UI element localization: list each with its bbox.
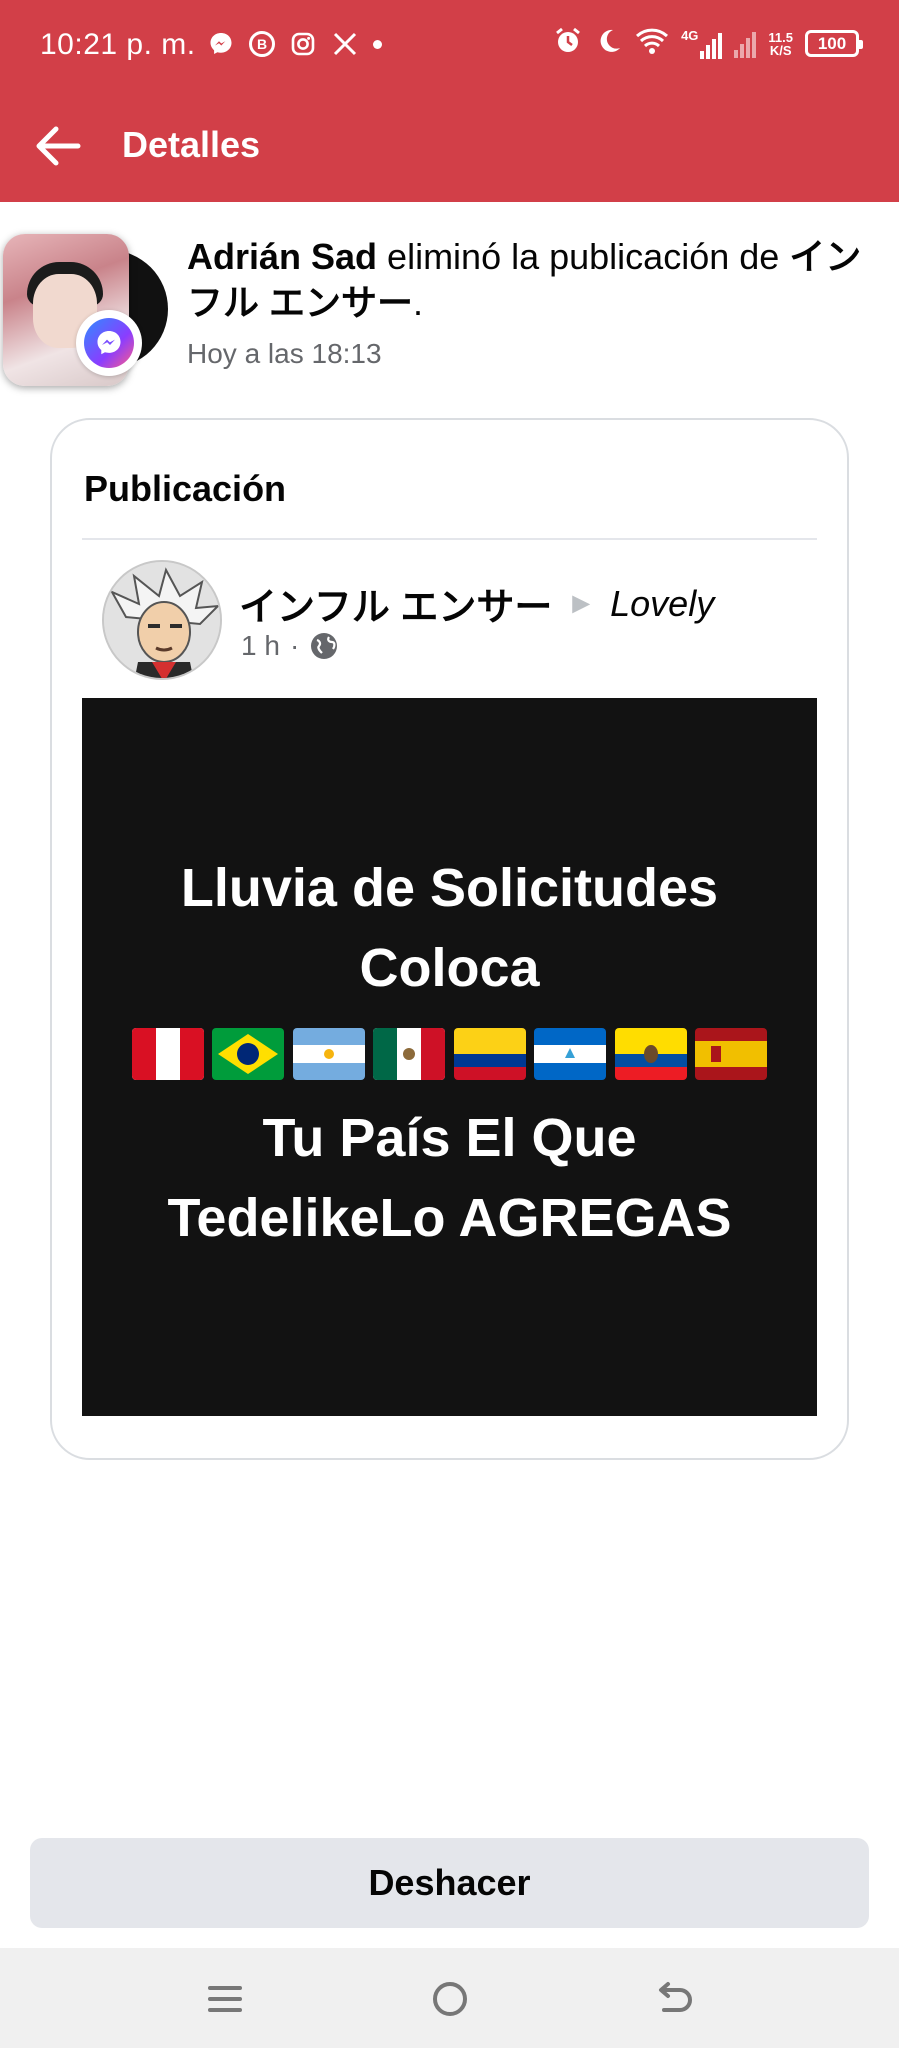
arrow-left-icon	[36, 126, 81, 166]
undo-button[interactable]: Deshacer	[30, 1838, 869, 1928]
navigation-bar	[0, 1948, 899, 2048]
network-speed: 11.5 K/S	[768, 29, 793, 58]
page-title: Detalles	[122, 124, 261, 165]
dot-icon	[373, 39, 382, 49]
notification-time: Hoy a las 18:13	[187, 338, 382, 369]
x-icon	[331, 30, 359, 58]
image-text-line-1: Lluvia de Solicitudes	[180, 858, 719, 918]
status-time: 10:21 p. m.	[40, 28, 196, 61]
wifi-icon	[635, 27, 669, 60]
post-meta: 1 h ·	[241, 630, 339, 662]
nicaragua-flag	[534, 1028, 607, 1080]
alarm-icon	[553, 26, 583, 61]
back-icon[interactable]	[650, 1974, 700, 2024]
signal-icon: 4G	[681, 27, 723, 59]
peru-flag	[132, 1028, 204, 1080]
back-button[interactable]	[30, 118, 86, 174]
network-type: 4G	[681, 27, 699, 43]
arrow-right-icon: ►	[566, 586, 597, 620]
image-text-line-2: Coloca	[359, 938, 540, 998]
home-icon[interactable]	[425, 1974, 475, 2024]
notification-avatar[interactable]	[0, 228, 170, 394]
notification-end: .	[413, 282, 424, 323]
instagram-icon	[289, 30, 317, 58]
card-title: Publicación	[84, 468, 287, 509]
actor-name[interactable]: Adrián Sad	[187, 236, 377, 277]
mexico-flag	[373, 1028, 446, 1080]
messenger-icon	[207, 30, 235, 58]
notification-text: Adrián Sad eliminó la publicación de インフ…	[187, 234, 867, 326]
post-author-avatar[interactable]	[102, 560, 222, 680]
spain-flag	[694, 1028, 767, 1080]
battery-icon: 100	[805, 30, 863, 57]
image-text-line-4: TedelikeLo AGREGAS	[167, 1188, 732, 1248]
image-text-line-3: Tu País El Que	[262, 1108, 637, 1168]
status-bar: 10:21 p. m. B 4G 11.5 K/S 100	[0, 0, 899, 90]
moon-icon	[595, 27, 623, 60]
notification-icons: B	[207, 30, 382, 58]
signal-2-icon	[734, 30, 757, 58]
post-image[interactable]: Lluvia de Solicitudes Coloca Tu País El …	[82, 698, 817, 1416]
divider	[82, 538, 817, 540]
post-author-name[interactable]: インフル エンサー	[239, 576, 552, 631]
messenger-badge-icon	[76, 310, 142, 376]
brazil-flag	[212, 1028, 285, 1080]
post-author-line: インフル エンサー ► Lovely	[239, 576, 714, 631]
notification-action: eliminó la publicación de	[377, 236, 790, 277]
post-card: Publicación インフル エンサー ► Lovely 1 h · Llu…	[50, 418, 849, 1460]
cartoon-avatar-icon	[104, 562, 220, 678]
colombia-flag	[453, 1028, 526, 1080]
meta-separator: ·	[289, 630, 300, 661]
argentina-flag	[292, 1028, 365, 1080]
app-bar: Detalles	[0, 90, 899, 202]
system-icons: 4G 11.5 K/S 100	[553, 26, 863, 61]
group-name[interactable]: Lovely	[610, 583, 714, 625]
flags-row	[132, 1028, 767, 1088]
globe-icon	[311, 633, 338, 659]
post-time: 1 h	[241, 630, 280, 661]
b-app-icon: B	[249, 31, 275, 57]
menu-icon[interactable]	[200, 1974, 250, 2024]
ecuador-flag	[614, 1028, 687, 1080]
